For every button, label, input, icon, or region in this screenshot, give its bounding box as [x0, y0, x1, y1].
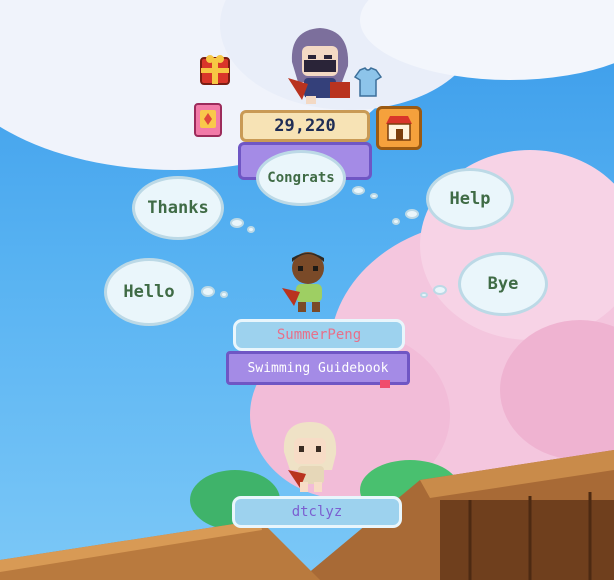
bubble-tail-dot [392, 218, 400, 225]
book-plate-tab [380, 380, 390, 388]
bubble-tail-dot [247, 226, 255, 233]
gift-icon[interactable] [198, 52, 232, 86]
player-name-bottom-plate[interactable]: dtclyz [232, 496, 402, 528]
player-avatar-middle[interactable] [278, 248, 338, 314]
thanks-label: Thanks [147, 198, 209, 218]
game-scene: 29,220 Congrats Thanks Help Hello Bye Su… [0, 0, 614, 580]
player-name-middle-plate[interactable]: SummerPeng [233, 319, 405, 351]
quick-chat-thanks[interactable]: Thanks [132, 176, 224, 240]
quick-chat-help[interactable]: Help [426, 168, 514, 230]
bubble-tail-dot [220, 291, 228, 298]
coin-count: 29,220 [274, 116, 336, 136]
player-name-middle: SummerPeng [276, 327, 362, 343]
bubble-tail-dot [370, 193, 378, 199]
shop-icon[interactable] [376, 106, 422, 150]
help-label: Help [449, 189, 491, 209]
bubble-tail-dot [201, 286, 215, 297]
shirt-icon[interactable] [354, 66, 382, 98]
bubble-tail-dot [405, 209, 419, 219]
quick-chat-bye[interactable]: Bye [458, 252, 548, 316]
book-title-middle: Swimming Guidebook [247, 360, 389, 376]
player-avatar-bottom[interactable] [276, 418, 346, 494]
bubble-tail-dot [420, 292, 428, 298]
quick-chat-hello[interactable]: Hello [104, 258, 194, 326]
bubble-tail-dot [230, 218, 244, 228]
quick-chat-congrats[interactable]: Congrats [256, 150, 346, 206]
player-avatar-top[interactable] [282, 22, 358, 108]
card-icon[interactable] [192, 101, 226, 139]
coin-counter: 29,220 [240, 110, 370, 142]
congrats-label: Congrats [267, 170, 335, 186]
hello-label: Hello [123, 282, 175, 302]
player-name-bottom: dtclyz [291, 504, 343, 520]
bubble-tail-dot [433, 285, 447, 295]
bye-label: Bye [487, 274, 519, 294]
bubble-tail-dot [352, 186, 365, 195]
